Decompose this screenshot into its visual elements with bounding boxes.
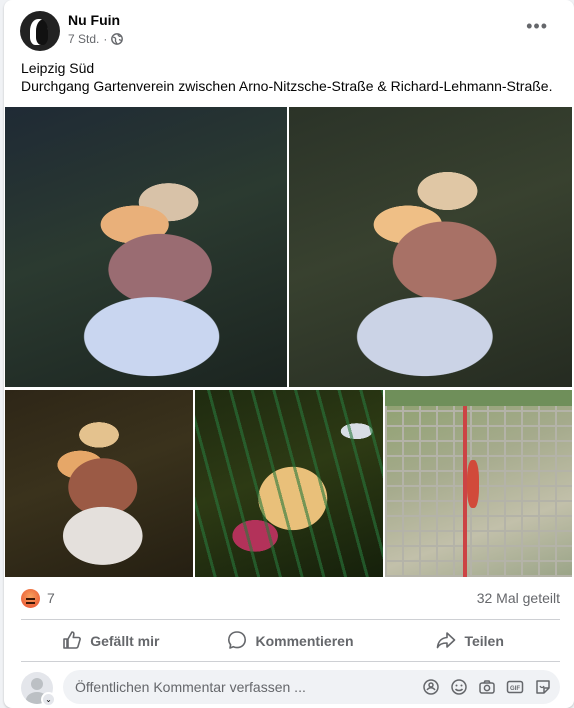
comment-button[interactable]: Kommentieren xyxy=(201,624,381,658)
svg-text:GIF: GIF xyxy=(510,686,520,692)
globe-icon[interactable] xyxy=(111,33,124,45)
post-text: Leipzig Süd Durchgang Gartenverein zwisc… xyxy=(21,59,562,95)
photo-4[interactable] xyxy=(195,390,383,577)
post-time[interactable]: 7 Std. xyxy=(68,32,99,46)
divider-top xyxy=(21,619,560,620)
sticker-icon[interactable] xyxy=(534,678,552,696)
like-label: Gefällt mir xyxy=(90,633,160,649)
post-stats: 7 32 Mal geteilt xyxy=(21,588,560,610)
more-horizontal-icon[interactable]: ••• xyxy=(526,17,548,35)
post-text-line2: Durchgang Gartenverein zwischen Arno-Nit… xyxy=(21,78,553,94)
photo-1[interactable] xyxy=(5,107,287,387)
camera-icon[interactable] xyxy=(478,678,496,696)
photo-2[interactable] xyxy=(289,107,572,387)
comment-box: GIF xyxy=(63,670,560,704)
photo-5-map[interactable] xyxy=(385,390,572,577)
author-name[interactable]: Nu Fuin xyxy=(68,12,120,28)
divider-bottom xyxy=(21,661,560,662)
emoji-icon[interactable] xyxy=(450,678,468,696)
post-meta: 7 Std. · xyxy=(68,32,124,46)
angry-reaction-icon[interactable] xyxy=(21,589,40,608)
chevron-down-icon[interactable]: ⌄ xyxy=(43,694,54,705)
post-header: Nu Fuin 7 Std. · ••• xyxy=(20,10,562,54)
share-label: Teilen xyxy=(464,633,504,649)
meta-separator: · xyxy=(103,32,108,46)
photo-3[interactable] xyxy=(5,390,193,577)
comment-tools: GIF xyxy=(422,678,552,696)
action-bar: Gefällt mir Kommentieren Teilen xyxy=(21,624,560,658)
post-card: Nu Fuin 7 Std. · ••• Leipzig Süd Durchga… xyxy=(4,0,574,708)
thumbs-up-icon xyxy=(62,630,82,653)
author-avatar[interactable] xyxy=(20,11,60,51)
gif-icon[interactable]: GIF xyxy=(506,678,524,696)
comment-bubble-icon xyxy=(227,630,247,653)
comment-composer: ⌄ GIF xyxy=(21,670,560,706)
comment-label: Kommentieren xyxy=(255,633,354,649)
share-arrow-icon xyxy=(436,630,456,653)
share-count[interactable]: 32 Mal geteilt xyxy=(477,590,560,606)
avatar-sticker-icon[interactable] xyxy=(422,678,440,696)
reaction-count[interactable]: 7 xyxy=(47,590,55,606)
post-text-line1: Leipzig Süd xyxy=(21,60,95,76)
share-button[interactable]: Teilen xyxy=(380,624,560,658)
like-button[interactable]: Gefällt mir xyxy=(21,624,201,658)
comment-input[interactable] xyxy=(63,670,410,704)
